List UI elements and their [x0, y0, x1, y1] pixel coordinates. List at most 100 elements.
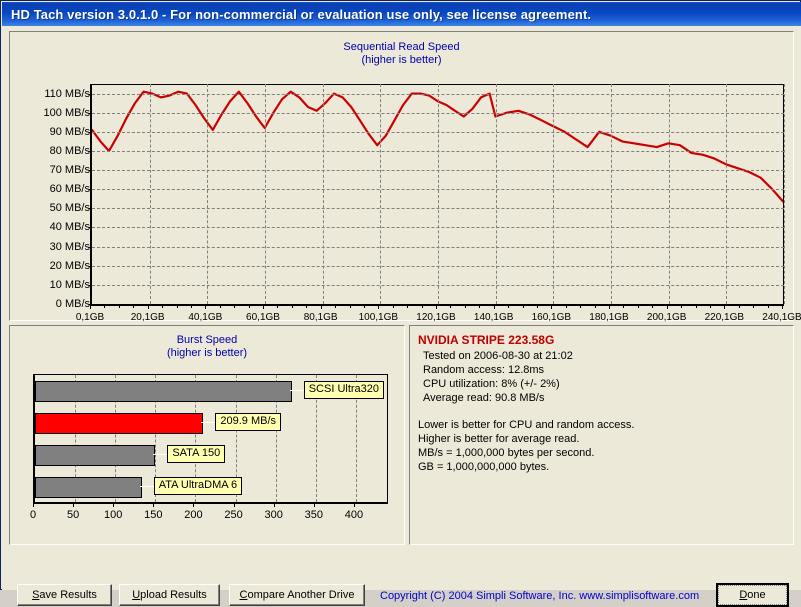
- sequential-chart-title: Sequential Read Speed: [343, 41, 460, 53]
- sequential-x-label: 40,1GB: [188, 312, 223, 323]
- burst-x-label: 300: [264, 509, 283, 521]
- title-bar: HD Tach version 3.0.1.0 - For non-commer…: [2, 2, 801, 26]
- sequential-y-label: 0 MB/s: [55, 298, 90, 310]
- sequential-vgrid: [265, 84, 266, 304]
- sequential-vgrid: [784, 84, 785, 304]
- burst-x-label: 50: [66, 509, 80, 521]
- done-button[interactable]: Done: [716, 583, 789, 607]
- burst-bar: [35, 476, 142, 498]
- burst-x-label: 400: [344, 509, 364, 521]
- sequential-y-label: 100 MB/s: [43, 106, 90, 119]
- burst-bar-label: SCSI Ultra320: [303, 381, 385, 399]
- burst-bar: [35, 444, 156, 466]
- sequential-vgrid: [207, 84, 209, 304]
- burst-bar-label: 209.9 MB/s: [215, 413, 282, 431]
- burst-bar: [35, 380, 292, 402]
- sequential-read-panel: Sequential Read Speed (higher is better)…: [9, 31, 801, 323]
- note-gb-definition: GB = 1,000,000,000 bytes.: [418, 461, 550, 473]
- copyright-text: Copyright (C) 2004 Simpli Software, Inc.…: [380, 590, 700, 602]
- note-higher-better: Higher is better for average read.: [418, 433, 580, 445]
- sequential-y-label: 30 MB/s: [49, 240, 90, 253]
- compare-another-drive-button[interactable]: Compare Another Drive: [229, 584, 365, 606]
- done-label: one: [747, 589, 766, 601]
- sequential-x-label: 200,1GB: [646, 312, 687, 323]
- burst-bar-label: SATA 150: [167, 445, 226, 463]
- sequential-vgrid: [380, 84, 382, 304]
- sequential-x-label: 100,1GB: [358, 312, 399, 323]
- sequential-vgrid: [149, 84, 151, 304]
- upload-accel: U: [132, 589, 141, 601]
- burst-x-label: 350: [304, 509, 323, 521]
- upload-label: pload Results: [140, 589, 207, 601]
- burst-x-label: 250: [224, 509, 243, 521]
- sequential-y-label: 20 MB/s: [49, 259, 90, 272]
- sequential-y-label: 10 MB/s: [49, 278, 90, 291]
- sequential-y-label: 70 MB/s: [49, 164, 90, 177]
- sequential-chart-subtitle: (higher is better): [361, 54, 442, 66]
- sequential-y-label: 60 MB/s: [49, 183, 90, 196]
- burst-leader-line: [289, 390, 304, 391]
- compare-accel: C: [239, 589, 248, 601]
- burst-chart-title: Burst Speed: [176, 334, 238, 346]
- burst-speed-panel: Burst Speed (higher is better) SCSI Ultr…: [9, 325, 405, 545]
- sequential-vgrid: [611, 84, 612, 304]
- sequential-vgrid: [495, 84, 497, 304]
- burst-x-tick: [113, 503, 115, 507]
- sequential-x-label: 180,1GB: [589, 312, 629, 323]
- sequential-plot-area: [90, 84, 785, 306]
- client-area: Sequential Read Speed (higher is better)…: [2, 26, 801, 607]
- burst-x-tick: [193, 503, 195, 507]
- sequential-x-label: 160,1GB: [531, 312, 572, 323]
- sequential-vgrid: [438, 84, 439, 304]
- sequential-y-label: 50 MB/s: [49, 202, 90, 215]
- burst-x-label: 150: [144, 509, 163, 521]
- sequential-x-label: 20,1GB: [130, 312, 165, 323]
- sequential-x-label: 60,1GB: [246, 312, 280, 323]
- sequential-vgrid: [553, 84, 555, 304]
- burst-x-tick: [273, 503, 275, 507]
- burst-x-label: 0: [29, 509, 37, 521]
- sequential-vgrid: [322, 84, 324, 304]
- sequential-vgrid: [668, 84, 670, 304]
- burst-x-label: 200: [184, 509, 203, 521]
- cpu-utilization-line: CPU utilization: 8% (+/- 2%): [423, 378, 560, 390]
- burst-leader-line: [201, 422, 216, 423]
- burst-x-tick: [153, 503, 155, 507]
- burst-x-tick: [353, 503, 355, 507]
- burst-x-tick: [313, 503, 315, 507]
- burst-x-tick: [233, 503, 235, 507]
- burst-x-tick: [33, 503, 34, 507]
- sequential-x-label: 140,1GB: [473, 312, 514, 323]
- save-accel: S: [32, 589, 40, 601]
- sequential-y-label: 90 MB/s: [49, 125, 90, 138]
- sequential-y-label: 110 MB/s: [44, 87, 90, 100]
- burst-x-label: 100: [104, 509, 123, 521]
- done-accel: D: [739, 589, 748, 601]
- tested-on-line: Tested on 2006-08-30 at 21:02: [423, 350, 573, 362]
- note-lower-better: Lower is better for CPU and random acces…: [418, 419, 635, 431]
- sequential-vgrid: [726, 84, 728, 304]
- burst-bar: [35, 412, 204, 434]
- window-title: HD Tach version 3.0.1.0 - For non-commer…: [11, 6, 592, 22]
- upload-results-button[interactable]: Upload Results: [119, 584, 220, 606]
- average-read-line: Average read: 90.8 MB/s: [423, 392, 545, 404]
- save-label: ave Results: [39, 589, 97, 601]
- hd-tach-window: HD Tach version 3.0.1.0 - For non-commer…: [0, 0, 801, 607]
- save-results-button[interactable]: Save Results: [17, 584, 112, 606]
- sequential-x-label: 240,1GB: [762, 312, 801, 323]
- burst-x-tick: [73, 503, 75, 507]
- burst-chart-subtitle: (higher is better): [166, 347, 248, 359]
- sequential-y-label: 80 MB/s: [49, 144, 90, 157]
- compare-label: ompare Another Drive: [247, 589, 355, 601]
- burst-leader-line: [139, 486, 154, 487]
- burst-bar-label: ATA UltraDMA 6: [153, 477, 243, 495]
- sequential-x-label: 0,1GB: [75, 312, 105, 323]
- sequential-y-label: 40 MB/s: [49, 221, 90, 234]
- drive-info-panel: NVIDIA STRIPE 223.58G Tested on 2006-08-…: [409, 325, 794, 545]
- note-mbs-definition: MB/s = 1,000,000 bytes per second.: [418, 447, 595, 459]
- burst-leader-line: [153, 454, 168, 455]
- drive-name: NVIDIA STRIPE 223.58G: [418, 333, 555, 347]
- random-access-line: Random access: 12.8ms: [423, 364, 545, 376]
- sequential-x-label: 120,1GB: [416, 312, 456, 323]
